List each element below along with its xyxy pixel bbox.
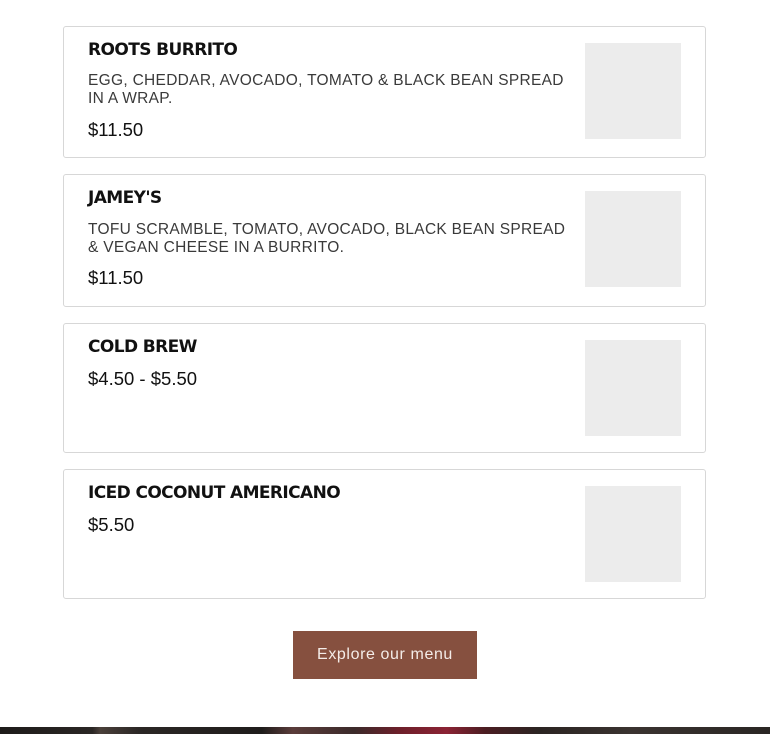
menu-item-name: ICED COCONUT AMERICANO <box>88 483 341 503</box>
menu-item-image <box>585 340 681 436</box>
menu-item-price: $4.50 - $5.50 <box>88 368 198 389</box>
menu-item-price: $11.50 <box>88 119 144 140</box>
menu-item-name: COLD BREW <box>88 337 197 357</box>
menu-item-card[interactable]: ICED COCONUT AMERICANO $5.50 <box>63 469 706 599</box>
menu-item-card[interactable]: COLD BREW $4.50 - $5.50 <box>63 323 706 453</box>
menu-item-image <box>585 486 681 582</box>
footer-photo <box>0 727 770 734</box>
explore-menu-button[interactable]: Explore our menu <box>293 631 477 679</box>
menu-item-description: EGG, CHEDDAR, AVOCADO, TOMATO & BLACK BE… <box>88 72 564 107</box>
menu-item-price: $11.50 <box>88 267 144 288</box>
menu-item-name: JAMEY'S <box>88 188 162 208</box>
menu-item-price: $5.50 <box>88 514 135 535</box>
menu-item-card[interactable]: JAMEY'S TOFU SCRAMBLE, TOMATO, AVOCADO, … <box>63 174 706 307</box>
menu-item-name: ROOTS BURRITO <box>88 40 238 60</box>
menu-item-description: TOFU SCRAMBLE, TOMATO, AVOCADO, BLACK BE… <box>88 221 566 256</box>
menu-item-image <box>585 43 681 139</box>
menu-item-image <box>585 191 681 287</box>
menu-item-card[interactable]: ROOTS BURRITO EGG, CHEDDAR, AVOCADO, TOM… <box>63 26 706 158</box>
